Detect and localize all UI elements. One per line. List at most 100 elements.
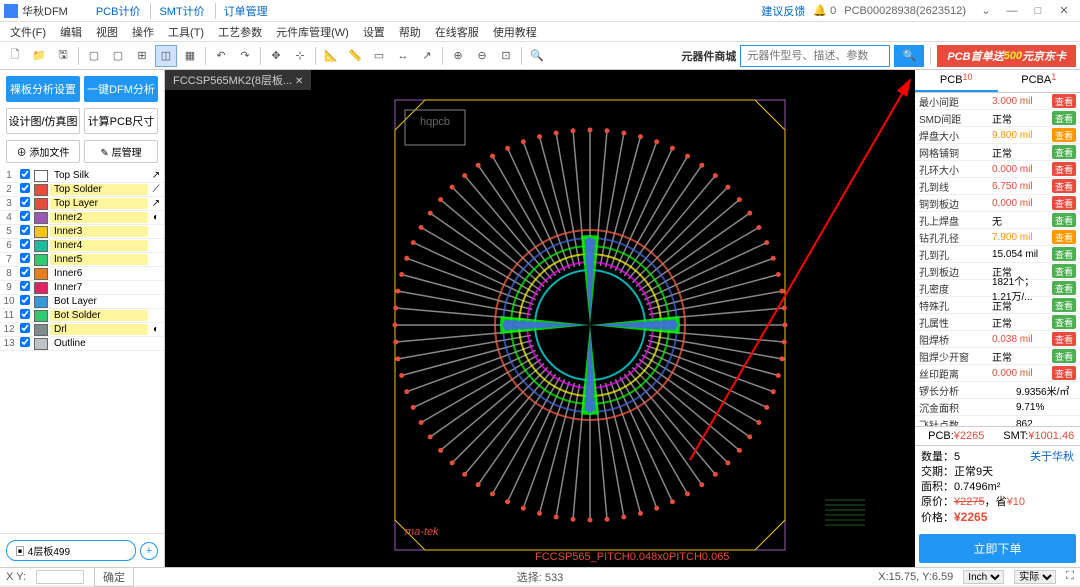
- canvas-tab[interactable]: FCCSP565MK2(8层板... ✕: [165, 70, 311, 90]
- pcb-canvas[interactable]: FCCSP565MK2(8层板... ✕ hqpcb ma-tek FCCSP5…: [165, 70, 915, 567]
- layer-checkbox[interactable]: [20, 267, 30, 277]
- menu-settings[interactable]: 设置: [357, 22, 391, 42]
- view-button[interactable]: 查看: [1052, 145, 1076, 159]
- close-icon[interactable]: ✕: [1052, 2, 1076, 20]
- zoom-fit-icon[interactable]: ⊡: [495, 45, 517, 67]
- layer-manage-button[interactable]: ✎ 层管理: [84, 140, 158, 163]
- menu-library[interactable]: 元件库管理(W): [270, 22, 355, 42]
- view-button[interactable]: 查看: [1052, 332, 1076, 346]
- layer-checkbox[interactable]: [20, 281, 30, 291]
- expand-icon[interactable]: ⛶: [1066, 570, 1074, 583]
- unit-select[interactable]: Inch: [963, 570, 1004, 584]
- layer-row[interactable]: 13Outline: [0, 337, 164, 351]
- zoom-out-icon[interactable]: ⊖: [471, 45, 493, 67]
- tab-pcb[interactable]: PCB10: [915, 70, 998, 92]
- layer-row[interactable]: 1Top Silk↗: [0, 169, 164, 183]
- zoom-in-icon[interactable]: ⊕: [447, 45, 469, 67]
- view-button[interactable]: 查看: [1052, 94, 1076, 108]
- undo-icon[interactable]: ↶: [210, 45, 232, 67]
- move-icon[interactable]: ✥: [265, 45, 287, 67]
- analysis-settings-button[interactable]: 裸板分析设置: [6, 76, 80, 102]
- layer-checkbox[interactable]: [20, 253, 30, 263]
- search-button[interactable]: 🔍: [894, 45, 924, 67]
- layer-row[interactable]: 12Drl◐: [0, 323, 164, 337]
- about-link[interactable]: 关于华秋: [1030, 450, 1074, 465]
- calc-size-button[interactable]: 计算PCB尺寸: [84, 108, 158, 134]
- price-tab-smt[interactable]: SMT:¥1001.46: [998, 427, 1080, 445]
- menu-edit[interactable]: 编辑: [54, 22, 88, 42]
- area-icon[interactable]: ▭: [368, 45, 390, 67]
- view-button[interactable]: 查看: [1052, 349, 1076, 363]
- layer-checkbox[interactable]: [20, 211, 30, 221]
- layer-row[interactable]: 4Inner2◐: [0, 211, 164, 225]
- mode-select[interactable]: 实际: [1014, 570, 1056, 584]
- view-button[interactable]: 查看: [1052, 264, 1076, 278]
- ruler-icon[interactable]: 📏: [344, 45, 366, 67]
- price-tab-pcb[interactable]: PCB:¥2265: [915, 427, 998, 445]
- minimize-icon[interactable]: —: [1000, 2, 1024, 20]
- layer-checkbox[interactable]: [20, 183, 30, 193]
- layer-row[interactable]: 8Inner6: [0, 267, 164, 281]
- layer-checkbox[interactable]: [20, 323, 30, 333]
- add-circle-button[interactable]: +: [140, 542, 158, 560]
- open-icon[interactable]: 📁: [28, 45, 50, 67]
- menu-process[interactable]: 工艺参数: [212, 22, 268, 42]
- view-button[interactable]: 查看: [1052, 247, 1076, 261]
- menu-help[interactable]: 帮助: [393, 22, 427, 42]
- view-button[interactable]: 查看: [1052, 213, 1076, 227]
- menu-action[interactable]: 操作: [126, 22, 160, 42]
- confirm-button[interactable]: 确定: [94, 567, 134, 587]
- feedback-link[interactable]: 建议反馈: [761, 3, 805, 19]
- view-button[interactable]: 查看: [1052, 196, 1076, 210]
- layer-row[interactable]: 3Top Layer↗: [0, 197, 164, 211]
- measure-icon[interactable]: 📐: [320, 45, 342, 67]
- snap-icon[interactable]: ⊹: [289, 45, 311, 67]
- view-button[interactable]: 查看: [1052, 281, 1076, 295]
- view-button[interactable]: 查看: [1052, 179, 1076, 193]
- view-button[interactable]: 查看: [1052, 111, 1076, 125]
- order-button[interactable]: 立即下单: [919, 534, 1076, 563]
- layer-checkbox[interactable]: [20, 295, 30, 305]
- layer-row[interactable]: 6Inner4: [0, 239, 164, 253]
- layer-checkbox[interactable]: [20, 169, 30, 179]
- tool3-icon[interactable]: ⊞: [131, 45, 153, 67]
- maximize-icon[interactable]: □: [1026, 2, 1050, 20]
- design-sim-button[interactable]: 设计图/仿真图: [6, 108, 80, 134]
- dropdown-icon[interactable]: ⌄: [974, 2, 998, 20]
- view-button[interactable]: 查看: [1052, 315, 1076, 329]
- tool2-icon[interactable]: ▢: [107, 45, 129, 67]
- xy-input[interactable]: [36, 570, 84, 584]
- dfm-analysis-button[interactable]: 一键DFM分析: [84, 76, 158, 102]
- link-pcb-price[interactable]: PCB计价: [88, 3, 149, 19]
- link-orders[interactable]: 订单管理: [215, 3, 276, 19]
- layer-checkbox[interactable]: [20, 225, 30, 235]
- notif-icon[interactable]: 🔔 0: [813, 4, 836, 17]
- save-icon[interactable]: 🖫: [52, 45, 74, 67]
- export-icon[interactable]: ↗: [416, 45, 438, 67]
- view-button[interactable]: 查看: [1052, 162, 1076, 176]
- search-input[interactable]: [740, 45, 890, 67]
- new-icon[interactable]: 🗋: [4, 45, 26, 67]
- link-smt-price[interactable]: SMT计价: [150, 3, 212, 19]
- layer-checkbox[interactable]: [20, 239, 30, 249]
- layer-row[interactable]: 9Inner7: [0, 281, 164, 295]
- redo-icon[interactable]: ↷: [234, 45, 256, 67]
- tool1-icon[interactable]: ▢: [83, 45, 105, 67]
- view-button[interactable]: 查看: [1052, 230, 1076, 244]
- layer-row[interactable]: 5Inner3: [0, 225, 164, 239]
- layer-row[interactable]: 7Inner5: [0, 253, 164, 267]
- layer-row[interactable]: 2Top Solder⟋: [0, 183, 164, 197]
- board-info-pill[interactable]: ▣ 4层板499: [6, 540, 136, 561]
- tab-pcba[interactable]: PCBA1: [998, 70, 1080, 92]
- layer-checkbox[interactable]: [20, 309, 30, 319]
- add-file-button[interactable]: ⊕ 添加文件: [6, 140, 80, 163]
- promo-banner[interactable]: PCB首单送 500 元京东卡: [937, 45, 1076, 67]
- menu-view[interactable]: 视图: [90, 22, 124, 42]
- layer-checkbox[interactable]: [20, 337, 30, 347]
- layer-row[interactable]: 10Bot Layer: [0, 295, 164, 309]
- layer-row[interactable]: 11Bot Solder: [0, 309, 164, 323]
- view-button[interactable]: 查看: [1052, 128, 1076, 142]
- menu-support[interactable]: 在线客服: [429, 22, 485, 42]
- tool5-icon[interactable]: ▦: [179, 45, 201, 67]
- menu-tools[interactable]: 工具(T): [162, 22, 210, 42]
